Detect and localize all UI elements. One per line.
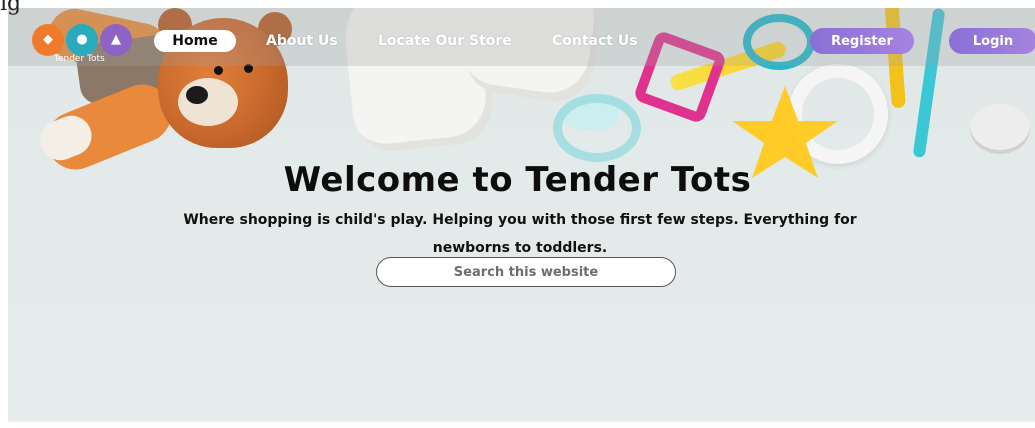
nav-contact-link[interactable]: Contact Us [552, 30, 638, 52]
pacifier-clip-image [970, 104, 1030, 154]
bottle-icon: ▲ [111, 32, 121, 47]
hero-subtitle: Where shopping is child's play. Helping … [183, 212, 857, 256]
page-divider [8, 420, 1035, 422]
duck-icon: ◆ [43, 32, 53, 47]
plush-fox-eye [214, 66, 223, 75]
login-button[interactable]: Login [949, 28, 1035, 54]
nav-locate-store-link[interactable]: Locate Our Store [378, 30, 512, 52]
search-input[interactable] [376, 257, 676, 287]
plush-fox-nose [186, 86, 208, 104]
nav-home-link[interactable]: Home [154, 30, 236, 52]
hero-title: Welcome to Tender Tots [283, 160, 752, 200]
caption-fragment: ig [0, 0, 22, 16]
bear-icon: ● [76, 32, 88, 47]
plush-fox-muzzle [178, 78, 238, 126]
top-navigation: ◆ ● ▲ Tender Tots Home About Us Locate O… [8, 8, 1035, 66]
pacifier-ring-image [553, 94, 641, 162]
logo-wordmark: Tender Tots [54, 54, 105, 64]
nav-about-link[interactable]: About Us [266, 30, 338, 52]
register-button[interactable]: Register [810, 28, 914, 54]
brand-logo[interactable]: ◆ ● ▲ Tender Tots [32, 24, 142, 64]
